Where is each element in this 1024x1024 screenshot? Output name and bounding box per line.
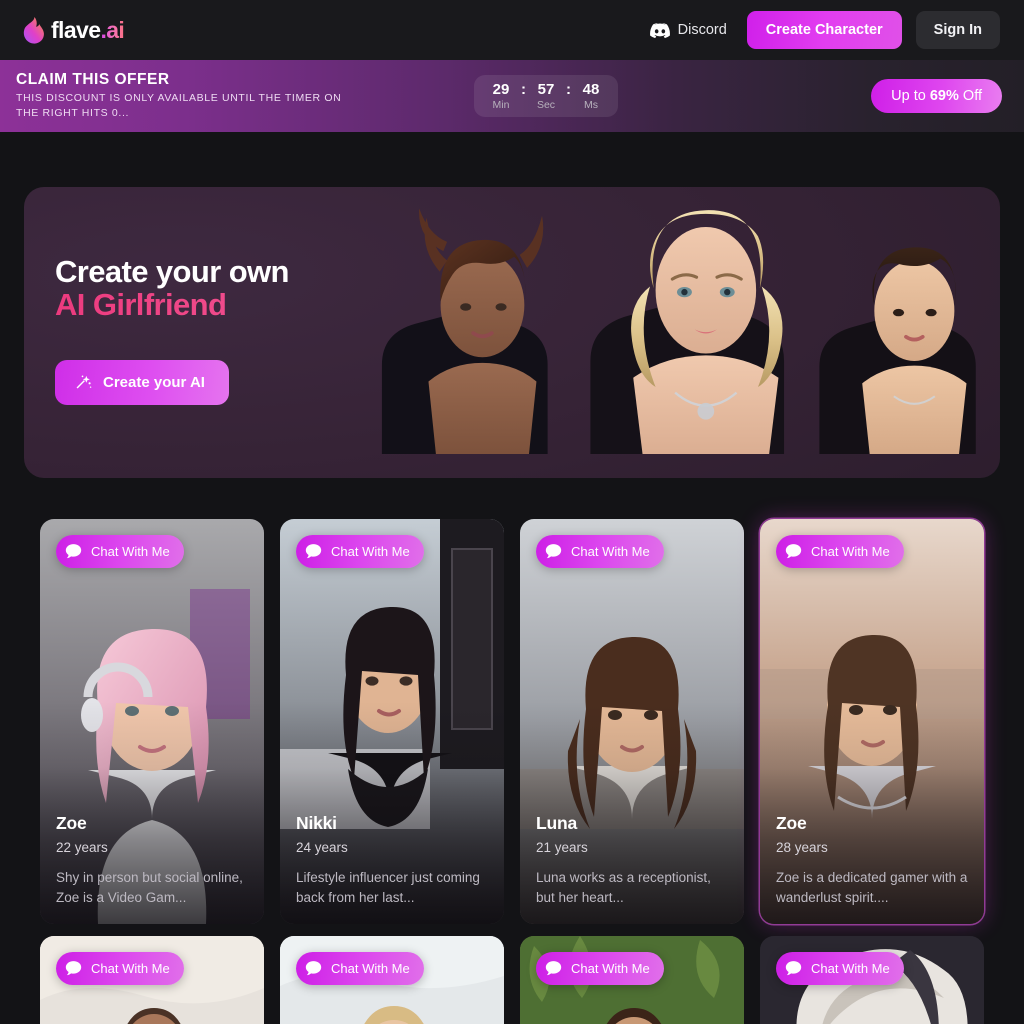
chat-bubble-icon — [305, 961, 322, 976]
character-card-grid-row2: Chat With Me Chat With Me Chat With Me C… — [40, 936, 984, 1024]
chat-badge-label: Chat With Me — [811, 544, 890, 559]
hero-person-center — [590, 210, 785, 455]
timer-unit-milliseconds: 48 Ms — [578, 81, 604, 113]
chat-badge-label: Chat With Me — [331, 961, 410, 976]
chat-with-me-badge[interactable]: Chat With Me — [296, 535, 424, 568]
character-card[interactable]: Chat With Me — [40, 936, 264, 1024]
timer-seconds-value: 57 — [537, 80, 555, 98]
flame-icon — [23, 16, 44, 44]
character-age: 28 years — [776, 839, 828, 855]
create-your-ai-label: Create your AI — [103, 373, 205, 391]
character-card[interactable]: Chat With Me Zoe 22 years Shy in person … — [40, 519, 264, 924]
chat-with-me-badge[interactable]: Chat With Me — [56, 535, 184, 568]
timer-minutes-value: 29 — [492, 80, 510, 98]
create-your-ai-button[interactable]: Create your AI — [55, 359, 229, 405]
chat-badge-label: Chat With Me — [811, 961, 890, 976]
promo-offer-banner: CLAIM THIS OFFER THIS DISCOUNT IS ONLY A… — [0, 60, 1024, 132]
chat-badge-label: Chat With Me — [91, 961, 170, 976]
character-card-grid: Chat With Me Zoe 22 years Shy in person … — [40, 519, 984, 924]
character-name: Luna — [536, 812, 578, 833]
hero-card: Create your own AI Girlfriend Create you… — [24, 187, 1000, 478]
timer-separator-1: : — [521, 80, 526, 98]
chat-with-me-badge[interactable]: Chat With Me — [296, 952, 424, 985]
discord-link[interactable]: Discord — [644, 16, 733, 44]
offer-subtitle: THIS DISCOUNT IS ONLY AVAILABLE UNTIL TH… — [16, 91, 342, 120]
hero-headline: Create your own AI Girlfriend — [55, 255, 289, 322]
character-name: Zoe — [56, 812, 87, 833]
hero-inner: Create your own AI Girlfriend Create you… — [24, 187, 1000, 478]
chat-with-me-badge[interactable]: Chat With Me — [56, 952, 184, 985]
chat-badge-label: Chat With Me — [331, 544, 410, 559]
discord-label: Discord — [677, 22, 727, 38]
create-character-button[interactable]: Create Character — [746, 11, 902, 49]
character-card[interactable]: Chat With Me Nikki 24 years Lifestyle in… — [280, 519, 504, 924]
timer-minutes-label: Min — [492, 98, 510, 111]
hero-photo-collage — [381, 208, 976, 455]
chat-badge-label: Chat With Me — [91, 544, 170, 559]
card-info: Zoe 22 years Shy in person but social on… — [56, 813, 250, 909]
chat-bubble-icon — [545, 544, 562, 559]
character-description: Luna works as a receptionist, but her he… — [536, 869, 711, 905]
chat-with-me-badge[interactable]: Chat With Me — [536, 952, 664, 985]
character-name: Zoe — [776, 812, 807, 833]
brand-logo[interactable]: flave.ai — [22, 16, 125, 44]
countdown-timer: 29 Min : 57 Sec : 48 Ms — [474, 74, 618, 118]
character-card[interactable]: Chat With Me Zoe 28 years Zoe is a dedic… — [760, 519, 984, 924]
chat-bubble-icon — [305, 544, 322, 559]
timer-ms-value: 48 — [582, 80, 600, 98]
character-card[interactable]: Chat With Me — [520, 936, 744, 1024]
hero-headline-line2: AI Girlfriend — [55, 288, 289, 322]
card-info: Zoe 28 years Zoe is a dedicated gamer wi… — [776, 813, 970, 909]
character-description: Zoe is a dedicated gamer with a wanderlu… — [776, 869, 968, 905]
brand-wordmark: flave.ai — [51, 16, 125, 43]
page-root: flave.ai Discord Create Character Sign I… — [0, 0, 1024, 1024]
discord-icon — [649, 22, 670, 38]
chat-bubble-icon — [65, 544, 82, 559]
timer-ms-label: Ms — [584, 98, 598, 111]
hero-person-left — [381, 208, 548, 455]
timer-unit-minutes: 29 Min — [488, 81, 514, 113]
chat-bubble-icon — [785, 544, 802, 559]
timer-unit-seconds: 57 Sec — [533, 81, 559, 113]
chat-with-me-badge[interactable]: Chat With Me — [776, 535, 904, 568]
offer-title: CLAIM THIS OFFER — [16, 70, 170, 88]
offer-text-block: CLAIM THIS OFFER THIS DISCOUNT IS ONLY A… — [16, 71, 436, 121]
timer-seconds-label: Sec — [536, 98, 556, 111]
brand-name: flave — [51, 16, 101, 43]
chat-bubble-icon — [65, 961, 82, 976]
character-description: Lifestyle influencer just coming back fr… — [296, 869, 480, 905]
character-age: 21 years — [536, 839, 588, 855]
hero-copy: Create your own AI Girlfriend Create you… — [55, 255, 289, 405]
discount-prefix: Up to — [891, 88, 930, 104]
discount-badge[interactable]: Up to 69% Off — [871, 79, 1002, 113]
character-card[interactable]: Chat With Me — [760, 936, 984, 1024]
card-info: Nikki 24 years Lifestyle influencer just… — [296, 813, 490, 909]
top-navigation-bar: flave.ai Discord Create Character Sign I… — [0, 0, 1024, 60]
chat-badge-label: Chat With Me — [571, 961, 650, 976]
chat-with-me-badge[interactable]: Chat With Me — [776, 952, 904, 985]
card-info: Luna 21 years Luna works as a receptioni… — [536, 813, 730, 909]
timer-separator-2: : — [566, 80, 571, 98]
discount-suffix: Off — [958, 88, 982, 104]
nav-actions: Discord Create Character Sign In — [644, 11, 1000, 49]
chat-bubble-icon — [785, 961, 802, 976]
hero-headline-line1: Create your own — [55, 254, 289, 289]
character-age: 24 years — [296, 839, 348, 855]
character-name: Nikki — [296, 812, 337, 833]
character-age: 22 years — [56, 839, 108, 855]
character-card[interactable]: Chat With Me Luna 21 years Luna works as… — [520, 519, 744, 924]
chat-badge-label: Chat With Me — [571, 544, 650, 559]
brand-suffix: .ai — [100, 16, 125, 43]
chat-bubble-icon — [545, 961, 562, 976]
chat-with-me-badge[interactable]: Chat With Me — [536, 535, 664, 568]
hero-section: Create your own AI Girlfriend Create you… — [0, 132, 1024, 478]
character-description: Shy in person but social online, Zoe is … — [56, 869, 243, 905]
sign-in-button[interactable]: Sign In — [915, 11, 1000, 49]
character-card[interactable]: Chat With Me — [280, 936, 504, 1024]
discount-value: 69% — [929, 88, 959, 104]
magic-wand-icon — [76, 375, 92, 389]
offer-right-slot: Up to 69% Off — [871, 79, 1002, 113]
hero-person-right — [819, 247, 976, 455]
